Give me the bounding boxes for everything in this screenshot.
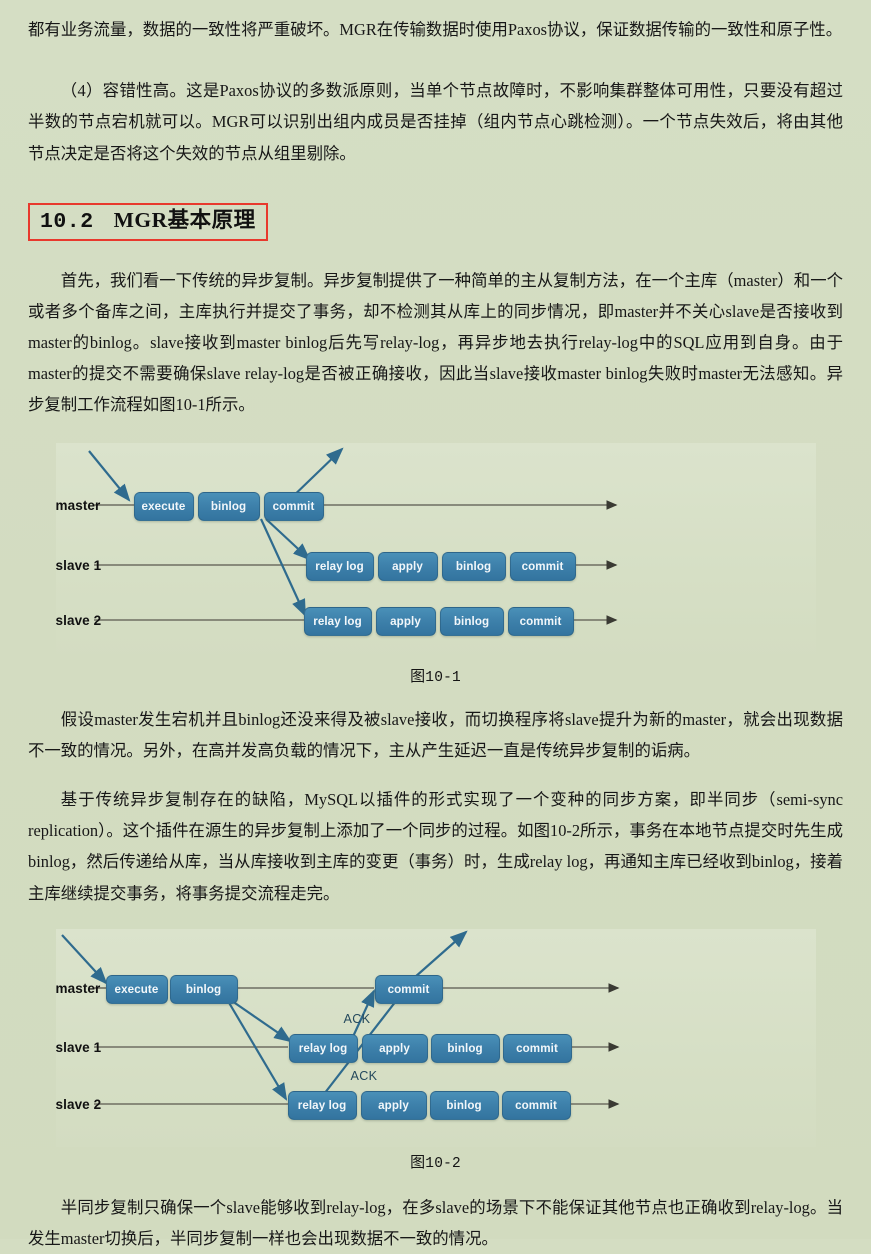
figure-1-node-master-execute: execute bbox=[133, 491, 194, 521]
paragraph-4: 假设master发生宕机并且binlog还没来得及被slave接收，而切换程序将… bbox=[28, 709, 843, 760]
document-page: 都有业务流量，数据的一致性将严重破坏。MGR在传输数据时使用Paxos协议，保证… bbox=[0, 0, 871, 1248]
figure-1-node-slave-1-apply: apply bbox=[377, 551, 438, 581]
figure-1-caption: 图10-1 bbox=[56, 665, 816, 686]
figure-2-diagram: master slave 1 slave 2 execute binlog co… bbox=[55, 928, 816, 1147]
figure-2-node-slave-1-apply: apply bbox=[361, 1033, 428, 1063]
figure-2-node-slave-1-binlog: binlog bbox=[430, 1033, 500, 1063]
figure-2-ack-label-slave-2: ACK bbox=[350, 1068, 378, 1083]
figure-1-node-slave-2-binlog: binlog bbox=[439, 606, 504, 636]
figure-2-caption: 图10-2 bbox=[56, 1151, 816, 1172]
figure-1-row-label-master: master bbox=[55, 497, 101, 513]
figure-1-diagram: master slave 1 slave 2 execute binlog co… bbox=[55, 442, 816, 661]
figure-1-node-slave-1-binlog: binlog bbox=[441, 551, 506, 581]
figure-1-node-slave-1-relay-log: relay log bbox=[305, 551, 374, 581]
figure-2-node-master-binlog: binlog bbox=[169, 974, 238, 1004]
figure-1-node-slave-2-apply: apply bbox=[375, 606, 436, 636]
paragraph-2: （4）容错性高。这是Paxos协议的多数派原则，当单个节点故障时，不影响集群整体… bbox=[28, 81, 843, 163]
figure-1-row-label-slave-2: slave 2 bbox=[55, 612, 102, 628]
figure-1-node-slave-1-commit: commit bbox=[509, 551, 576, 581]
figure-2-node-slave-2-apply: apply bbox=[360, 1090, 427, 1120]
figure-1-node-slave-2-relay-log: relay log bbox=[303, 606, 372, 636]
figure-1: master slave 1 slave 2 execute binlog co… bbox=[55, 442, 816, 686]
figure-1-caption-prefix: 图 bbox=[410, 668, 426, 685]
figure-2-node-slave-2-commit: commit bbox=[501, 1090, 571, 1120]
figure-2-node-slave-2-relay-log: relay log bbox=[287, 1090, 357, 1120]
paragraph-5: 基于传统异步复制存在的缺陷，MySQL以插件的形式实现了一个变种的同步方案，即半… bbox=[28, 789, 843, 903]
figure-2-row-label-master: master bbox=[55, 980, 101, 996]
figure-2-ack-label-slave-1: ACK bbox=[343, 1011, 371, 1026]
paragraph-6: 半同步复制只确保一个slave能够收到relay-log，在多slave的场景下… bbox=[28, 1197, 843, 1248]
figure-2-row-label-slave-2: slave 2 bbox=[55, 1096, 102, 1112]
figure-2-node-slave-1-relay-log: relay log bbox=[288, 1033, 358, 1063]
figure-2-node-slave-2-binlog: binlog bbox=[429, 1090, 499, 1120]
figure-1-caption-number: 10-1 bbox=[425, 669, 461, 686]
figure-2-node-slave-1-commit: commit bbox=[502, 1033, 572, 1063]
paragraph-3: 首先，我们看一下传统的异步复制。异步复制提供了一种简单的主从复制方法，在一个主库… bbox=[28, 270, 843, 415]
section-heading-title: MGR基本原理 bbox=[113, 207, 256, 232]
paragraph-1: 都有业务流量，数据的一致性将严重破坏。MGR在传输数据时使用Paxos协议，保证… bbox=[28, 20, 843, 39]
figure-1-connectors bbox=[87, 447, 618, 625]
figure-2: master slave 1 slave 2 execute binlog co… bbox=[55, 928, 816, 1172]
figure-2-caption-number: 10-2 bbox=[425, 1155, 461, 1172]
section-heading: 10.2 MGR基本原理 bbox=[28, 202, 268, 241]
figure-2-row-label-slave-1: slave 1 bbox=[55, 1039, 102, 1055]
figure-1-node-slave-2-commit: commit bbox=[507, 606, 574, 636]
figure-1-node-master-binlog: binlog bbox=[197, 491, 260, 521]
figure-2-caption-prefix: 图 bbox=[410, 1154, 426, 1171]
figure-2-node-master-commit: commit bbox=[374, 974, 443, 1004]
figure-1-node-master-commit: commit bbox=[263, 491, 324, 521]
figure-2-node-master-execute: execute bbox=[105, 974, 168, 1004]
figure-1-row-label-slave-1: slave 1 bbox=[55, 557, 102, 573]
section-heading-number: 10.2 bbox=[40, 209, 94, 234]
section-heading-wrapper: 10.2 MGR基本原理 bbox=[28, 202, 843, 241]
